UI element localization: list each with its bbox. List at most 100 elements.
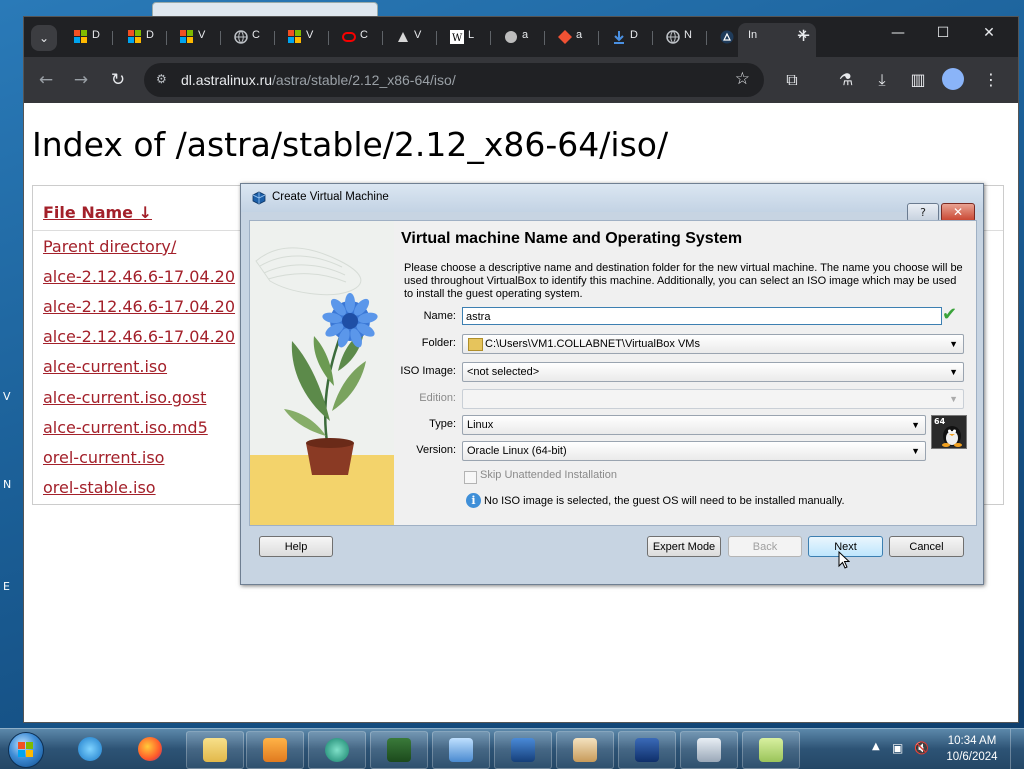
skip-unattended-label: Skip Unattended Installation (480, 469, 617, 481)
dialog-titlebar[interactable]: Create Virtual Machine (241, 184, 983, 212)
windows-logo-icon (288, 30, 301, 43)
paint-icon (573, 738, 597, 762)
file-link[interactable]: orel-current.iso (43, 448, 164, 467)
tab-title: D (630, 29, 638, 41)
taskbar-paint[interactable] (556, 731, 614, 769)
tab[interactable]: a (492, 23, 544, 51)
tab-title: N (684, 29, 692, 41)
tray-expand-icon[interactable]: ▲ (872, 741, 880, 752)
tab[interactable]: D (600, 23, 652, 51)
taskbar-firefox[interactable] (122, 731, 178, 767)
file-link[interactable]: alce-2.12.46.6-17.04.20 (43, 267, 235, 286)
teal-app-icon (325, 738, 349, 762)
taskbar-network[interactable] (432, 731, 490, 769)
back-button: Back (728, 536, 802, 557)
tab[interactable]: D (62, 23, 114, 51)
taskbar-ie[interactable] (62, 731, 118, 767)
tab[interactable]: C (222, 23, 274, 51)
file-link[interactable]: alce-current.iso.md5 (43, 418, 208, 437)
browser-toolbar: ← → ↻ ⚙ dl.astralinux.ru/astra/stable/2.… (24, 57, 1018, 103)
file-link[interactable]: Parent directory/ (43, 237, 176, 256)
tab-title: C (252, 29, 260, 41)
maximize-button[interactable]: ☐ (928, 25, 958, 41)
xp-mode-icon (635, 738, 659, 762)
taskbar-media-player[interactable] (246, 731, 304, 769)
tab-title: D (92, 29, 100, 41)
desktop-icon-label: V (3, 390, 11, 403)
wizard-page: Virtual machine Name and Operating Syste… (394, 221, 976, 525)
oracle-icon (342, 32, 356, 42)
taskbar-virtualbox[interactable] (494, 731, 552, 769)
reload-icon[interactable]: ↻ (106, 68, 130, 92)
start-button[interactable] (3, 730, 47, 768)
tab[interactable]: D (116, 23, 168, 51)
more-menu-icon[interactable]: ⋮ (979, 68, 1003, 92)
address-bar[interactable]: ⚙ dl.astralinux.ru/astra/stable/2.12_x86… (144, 63, 764, 97)
profile-avatar-icon[interactable] (942, 68, 964, 90)
folder-value: C:\Users\VM1.COLLABNET\VirtualBox VMs (485, 338, 700, 350)
folder-select[interactable]: C:\Users\VM1.COLLABNET\VirtualBox VMs ▼ (462, 334, 964, 354)
tab-title: a (522, 29, 529, 41)
cancel-button[interactable]: Cancel (889, 536, 964, 557)
extensions-icon[interactable]: ⧉ (780, 68, 804, 92)
side-panel-icon[interactable]: ▥ (906, 68, 930, 92)
network-tray-icon[interactable]: ▣ (892, 741, 908, 755)
file-link[interactable]: orel-stable.iso (43, 478, 156, 497)
flower-pot-illustration (250, 221, 394, 525)
type-select[interactable]: Linux ▼ (462, 415, 926, 435)
site-settings-icon[interactable]: ⚙ (156, 72, 172, 88)
close-window-button[interactable]: ✕ (974, 25, 1004, 41)
windows-logo-icon (128, 30, 141, 43)
new-tab-button[interactable]: + (796, 25, 811, 46)
version-label: Version: (416, 444, 456, 456)
taskbar-explorer[interactable] (186, 731, 244, 769)
tab[interactable]: W L (438, 23, 490, 51)
taskbar-calculator[interactable] (680, 731, 738, 769)
volume-muted-icon[interactable]: 🔇 (914, 741, 930, 755)
tab[interactable]: V (168, 23, 220, 51)
taskbar-task-manager[interactable] (370, 731, 428, 769)
tab[interactable]: a (546, 23, 598, 51)
url-text[interactable]: dl.astralinux.ru/astra/stable/2.12_x86-6… (181, 72, 456, 88)
taskbar-app-teal[interactable] (308, 731, 366, 769)
name-input[interactable]: astra (462, 307, 942, 325)
downloads-icon[interactable]: ⤓ (870, 68, 894, 92)
tab-search-button[interactable]: ⌄ (31, 25, 57, 51)
labs-flask-icon[interactable]: ⚗ (834, 68, 858, 92)
version-value: Oracle Linux (64-bit) (467, 445, 567, 457)
chevron-down-icon: ▼ (949, 394, 958, 404)
expert-mode-button[interactable]: Expert Mode (647, 536, 721, 557)
sticky-notes-icon (759, 738, 783, 762)
wizard-illustration (250, 221, 394, 525)
tab[interactable]: V (276, 23, 328, 51)
back-arrow-icon[interactable]: ← (34, 68, 58, 92)
version-select[interactable]: Oracle Linux (64-bit) ▼ (462, 441, 926, 461)
file-link[interactable]: alce-current.iso.gost (43, 388, 206, 407)
astra-icon (398, 32, 408, 42)
forward-arrow-icon[interactable]: → (69, 68, 93, 92)
chevron-down-icon: ▼ (911, 420, 920, 430)
dialog-title: Create Virtual Machine (272, 191, 389, 203)
tab[interactable]: N (654, 23, 706, 51)
file-link[interactable]: alce-2.12.46.6-17.04.20 (43, 327, 235, 346)
tab[interactable]: V (384, 23, 436, 51)
minimize-button[interactable]: — (883, 25, 913, 41)
file-explorer-icon (203, 738, 227, 762)
file-name-column-header[interactable]: File Name ↓ (43, 203, 152, 222)
system-tray: ▲ ▣ 🔇 10:34 AM 10/6/2024 (862, 729, 1024, 769)
bookmark-star-icon[interactable]: ☆ (735, 69, 750, 89)
file-link[interactable]: alce-current.iso (43, 357, 167, 376)
iso-image-value: <not selected> (467, 366, 540, 378)
svg-text:W: W (452, 33, 463, 44)
file-link[interactable]: alce-2.12.46.6-17.04.20 (43, 297, 235, 316)
virtualbox-taskbar-icon (511, 738, 535, 762)
tab[interactable]: C (330, 23, 382, 51)
show-desktop-button[interactable] (1010, 729, 1024, 769)
help-button[interactable]: Help (259, 536, 333, 557)
taskbar-xp-mode[interactable] (618, 731, 676, 769)
task-manager-icon (387, 738, 411, 762)
clock[interactable]: 10:34 AM 10/6/2024 (942, 733, 1002, 765)
folder-label: Folder: (421, 337, 456, 349)
iso-image-select[interactable]: <not selected> ▼ (462, 362, 964, 382)
taskbar-sticky-notes[interactable] (742, 731, 800, 769)
